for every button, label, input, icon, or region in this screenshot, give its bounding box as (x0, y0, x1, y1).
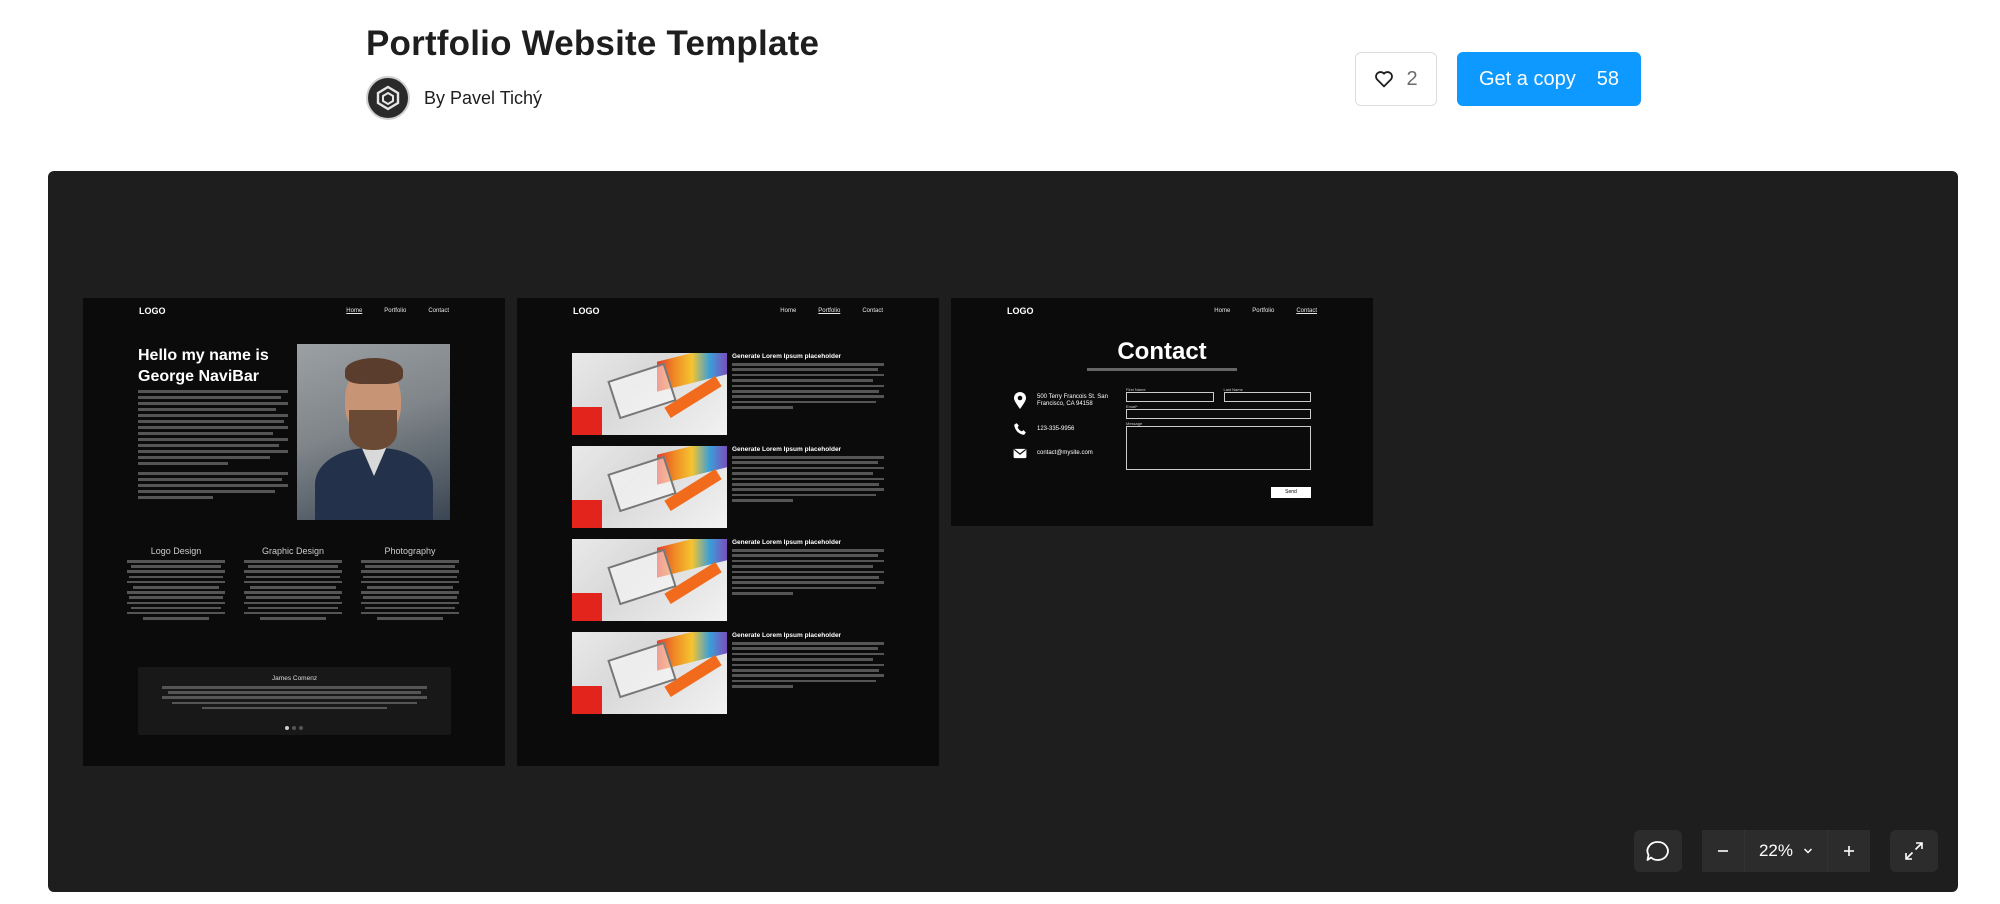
nav-portfolio: Portfolio (818, 308, 841, 314)
contact-address-row: 500 Terry Francois St. San Francisco, CA… (1013, 392, 1117, 410)
portfolio-post: Generate Lorem Ipsum placeholder (572, 353, 884, 435)
fullscreen-button[interactable] (1890, 830, 1938, 872)
post-text (732, 363, 884, 412)
author-logo-icon (376, 85, 400, 111)
plus-icon (1844, 846, 1854, 856)
contact-email-row: contact@mysite.com (1013, 448, 1117, 459)
expand-icon (1905, 842, 1923, 860)
service-text (123, 560, 229, 620)
copy-count: 58 (1596, 67, 1619, 90)
contact-info: 500 Terry Francois St. San Francisco, CA… (1013, 392, 1117, 471)
service-graphic-design: Graphic Design (240, 546, 346, 622)
nav-contact: Contact (862, 308, 883, 314)
email-field (1126, 409, 1311, 419)
post-text (732, 642, 884, 691)
home-frame[interactable]: LOGO Home Portfolio Contact Hello my nam… (83, 298, 505, 766)
file-header: Portfolio Website Template By Pavel Tich… (0, 0, 2000, 170)
contact-phone: 123-335-9956 (1037, 425, 1075, 432)
page-title: Portfolio Website Template (366, 24, 820, 63)
post-image (572, 446, 727, 528)
nav-portfolio: Portfolio (384, 308, 407, 314)
mail-icon (1013, 448, 1027, 459)
zoom-dropdown[interactable]: 22% (1743, 830, 1828, 872)
zoom-level: 22% (1758, 841, 1793, 860)
minus-icon (1717, 850, 1728, 852)
avatar[interactable] (366, 76, 410, 120)
portrait-image (297, 344, 450, 520)
phone-icon (1014, 423, 1026, 435)
zoom-controls: 22% (1701, 830, 1870, 872)
first-name-field (1126, 392, 1214, 402)
post-text (732, 456, 884, 505)
heart-icon (1375, 71, 1394, 88)
zoom-out-button[interactable] (1701, 830, 1744, 872)
nav-contact: Contact (1296, 308, 1317, 314)
contact-address: 500 Terry Francois St. San Francisco, CA… (1037, 394, 1108, 407)
carousel-dots (285, 726, 303, 730)
service-title: Photography (384, 546, 436, 556)
service-title: Logo Design (150, 546, 202, 556)
contact-title: Contact (1117, 338, 1207, 365)
nav-home: Home (346, 308, 363, 314)
post-image (572, 539, 727, 621)
location-pin-icon (1014, 392, 1026, 409)
post-title: Generate Lorem Ipsum placeholder (732, 539, 842, 546)
viewer-controls: 22% (1633, 830, 1938, 872)
post-text (732, 549, 884, 598)
portrait-beard (349, 410, 397, 450)
frame-nav: Home Portfolio Contact (780, 308, 883, 314)
service-text (240, 560, 346, 620)
contact-email: contact@mysite.com (1037, 450, 1093, 456)
nav-portfolio: Portfolio (1252, 308, 1275, 314)
like-count: 2 (1406, 67, 1418, 90)
frame-logo: LOGO (573, 306, 600, 316)
nav-contact: Contact (428, 308, 449, 314)
post-title: Generate Lorem Ipsum placeholder (732, 353, 842, 360)
get-copy-button[interactable]: Get a copy 58 (1457, 52, 1641, 106)
hero-text-block (138, 390, 288, 502)
nav-home: Home (1214, 308, 1231, 314)
services-section: Logo Design Graphic Design Photography (123, 546, 463, 622)
last-name-field (1223, 392, 1311, 402)
post-image (572, 353, 727, 435)
post-title: Generate Lorem Ipsum placeholder (732, 632, 842, 639)
author-info[interactable]: By Pavel Tichý (366, 76, 542, 120)
hero-title: Hello my name is George NaviBar (138, 347, 269, 385)
portfolio-post: Generate Lorem Ipsum placeholder (572, 539, 884, 621)
testimonial-card: James Comenz (138, 667, 451, 735)
contact-subtitle (951, 368, 1373, 371)
service-photography: Photography (357, 546, 463, 622)
post-title: Generate Lorem Ipsum placeholder (732, 446, 842, 453)
frame-nav: Home Portfolio Contact (1214, 308, 1317, 314)
service-text (357, 560, 463, 620)
preview-canvas[interactable]: LOGO Home Portfolio Contact Hello my nam… (48, 171, 1958, 892)
testimonial-name: James Comenz (271, 675, 318, 682)
portfolio-post: Generate Lorem Ipsum placeholder (572, 446, 884, 528)
frame-nav: Home Portfolio Contact (346, 308, 449, 314)
contact-form: First Name Last Name Email* Message (1126, 387, 1311, 470)
frame-logo: LOGO (1007, 306, 1034, 316)
portfolio-post: Generate Lorem Ipsum placeholder (572, 632, 884, 714)
service-title: Graphic Design (261, 546, 325, 556)
service-logo-design: Logo Design (123, 546, 229, 622)
comment-button[interactable] (1633, 830, 1682, 872)
get-copy-label: Get a copy (1479, 67, 1576, 90)
portrait-hair (345, 358, 403, 384)
zoom-in-button[interactable] (1828, 830, 1870, 872)
comment-icon (1646, 841, 1669, 861)
like-button[interactable]: 2 (1355, 52, 1437, 106)
author-name[interactable]: By Pavel Tichý (424, 88, 542, 109)
send-button: Send (1271, 487, 1311, 498)
message-field (1126, 426, 1311, 470)
nav-home: Home (780, 308, 797, 314)
chevron-down-icon (1803, 848, 1813, 854)
portfolio-frame[interactable]: LOGO Home Portfolio Contact Generate Lor… (517, 298, 939, 766)
post-image (572, 632, 727, 714)
contact-phone-row: 123-335-9956 (1013, 422, 1117, 436)
frame-logo: LOGO (139, 306, 166, 316)
testimonial-text (162, 686, 427, 710)
contact-frame[interactable]: LOGO Home Portfolio Contact Contact 500 … (951, 298, 1373, 526)
